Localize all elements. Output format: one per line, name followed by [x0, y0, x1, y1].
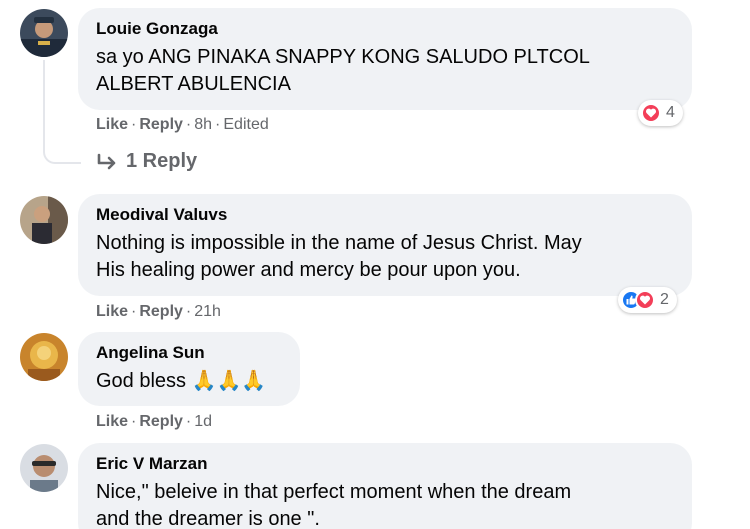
comment-author[interactable]: Louie Gonzaga: [96, 18, 674, 40]
reaction-summary[interactable]: 2: [618, 287, 677, 313]
avatar-louie-gonzaga[interactable]: [20, 9, 68, 57]
comment-author[interactable]: Meodival Valuvs: [96, 204, 674, 226]
comment-text: sa yo ANG PINAKA SNAPPY KONG SALUDO PLTC…: [96, 46, 590, 68]
like-button[interactable]: Like: [96, 116, 128, 133]
avatar-angelina-sun[interactable]: [20, 333, 68, 381]
love-reaction-icon: [641, 103, 661, 123]
like-button[interactable]: Like: [96, 303, 128, 320]
reply-button[interactable]: Reply: [139, 303, 183, 320]
reaction-count: 2: [660, 291, 669, 308]
avatar-meodival-valuvs[interactable]: [20, 196, 68, 244]
comment-actions: Like · Reply · 21h: [96, 303, 221, 320]
comment-bubble: Louie Gonzaga sa yo ANG PINAKA SNAPPY KO…: [78, 8, 692, 110]
praying-hands-emoji: 🙏🙏🙏: [191, 370, 267, 392]
reply-button[interactable]: Reply: [139, 116, 183, 133]
reaction-summary[interactable]: 4: [638, 100, 683, 126]
comment-text: Nothing is impossible in the name of Jes…: [96, 232, 582, 254]
comment-actions: Like · Reply · 8h · Edited: [96, 116, 269, 133]
comment-text: God bless 🙏🙏🙏: [96, 370, 267, 392]
comment-timestamp[interactable]: 8h: [194, 116, 212, 133]
comment-text: ALBERT ABULENCIA: [96, 73, 291, 95]
comment-text: Nice," beleive in that perfect moment wh…: [96, 481, 572, 503]
view-replies-link[interactable]: 1 Reply: [96, 150, 197, 173]
comment-bubble: Angelina Sun God bless 🙏🙏🙏: [78, 332, 300, 406]
avatar-eric-v-marzan[interactable]: [20, 444, 68, 492]
comment-bubble: Eric V Marzan Nice," beleive in that per…: [78, 443, 692, 529]
comment-text: His healing power and mercy be pour upon…: [96, 259, 521, 281]
like-button[interactable]: Like: [96, 413, 128, 430]
comment-author[interactable]: Angelina Sun: [96, 342, 282, 364]
comment-actions: Like · Reply · 1d: [96, 413, 213, 430]
edited-label: Edited: [223, 116, 269, 133]
reaction-count: 4: [666, 104, 675, 121]
reply-arrow-icon: [96, 153, 118, 171]
thread-connector: [43, 60, 81, 164]
comment-text: and the dreamer is one ".: [96, 508, 320, 529]
comment-bubble: Meodival Valuvs Nothing is impossible in…: [78, 194, 692, 296]
comment-timestamp[interactable]: 1d: [194, 413, 212, 430]
comment-timestamp[interactable]: 21h: [194, 303, 221, 320]
love-reaction-icon: [635, 290, 655, 310]
comment-author[interactable]: Eric V Marzan: [96, 453, 674, 475]
reply-button[interactable]: Reply: [139, 413, 183, 430]
replies-count: 1 Reply: [126, 150, 198, 172]
